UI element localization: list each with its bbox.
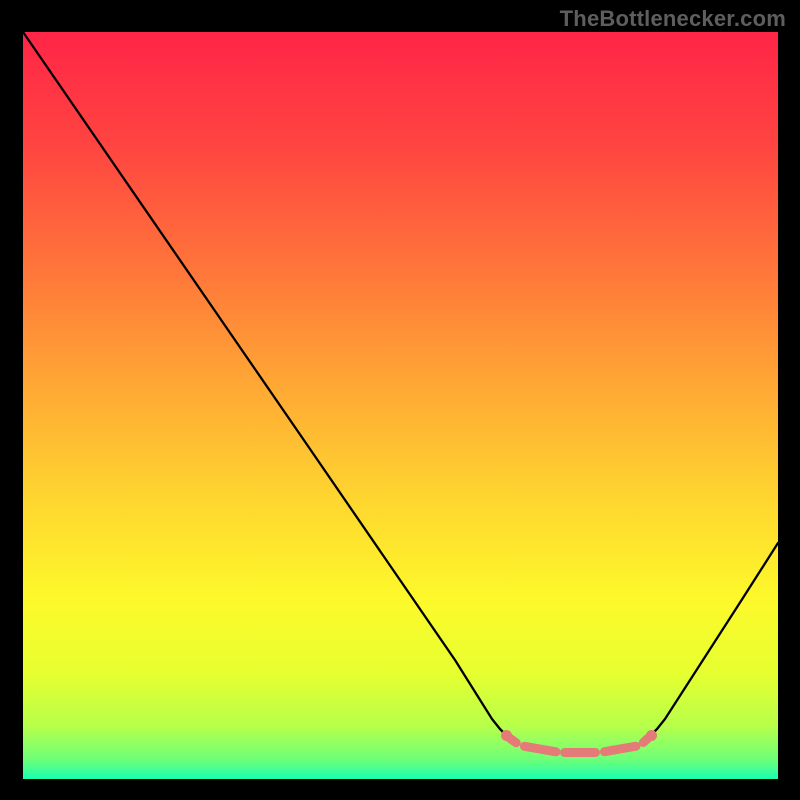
optimal-range-endpoint bbox=[646, 730, 657, 741]
curve-right-branch bbox=[651, 543, 778, 735]
plot-area bbox=[23, 32, 778, 779]
optimal-range-endpoint bbox=[501, 730, 512, 741]
chart-root: { "watermark": { "text": "TheBottlenecke… bbox=[0, 0, 800, 800]
bottleneck-curve bbox=[23, 32, 778, 779]
optimal-range-segment bbox=[560, 748, 600, 757]
curve-left-branch bbox=[23, 32, 506, 735]
watermark-text: TheBottlenecker.com bbox=[560, 6, 786, 32]
